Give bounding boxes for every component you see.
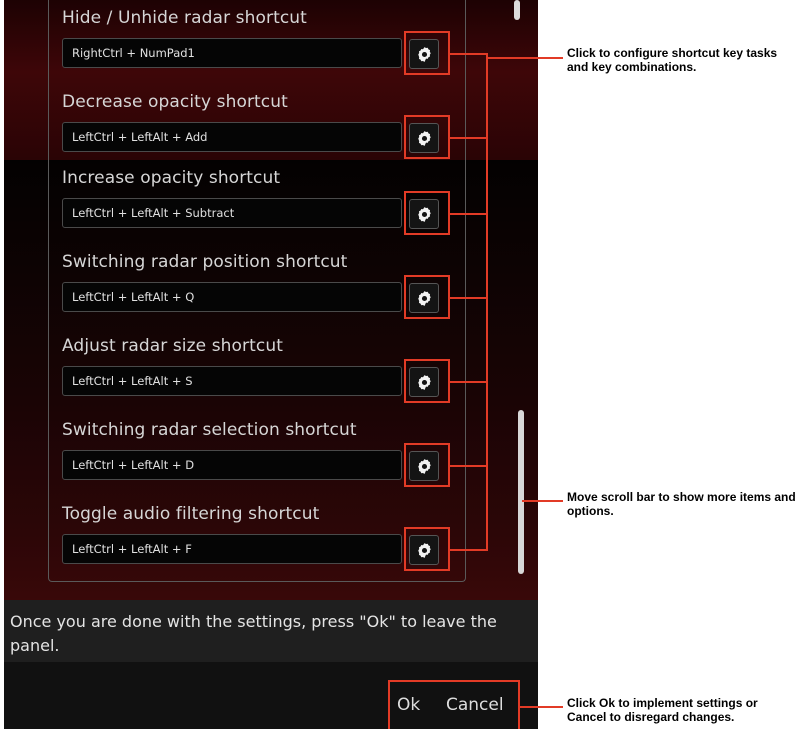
shortcut-key-field[interactable]: RightCtrl + NumPad1 xyxy=(62,38,402,68)
callout-pointer xyxy=(520,706,563,708)
shortcut-label: Switching radar selection shortcut xyxy=(62,420,357,440)
callout-scroll: Move scroll bar to show more items and o… xyxy=(567,490,796,518)
connector-trunk xyxy=(486,53,488,551)
connector-line xyxy=(450,53,488,55)
scrollbar-thumb[interactable] xyxy=(518,410,524,574)
shortcut-key-field[interactable]: LeftCtrl + LeftAlt + Subtract xyxy=(62,198,402,228)
shortcut-key-field[interactable]: LeftCtrl + LeftAlt + D xyxy=(62,450,402,480)
shortcut-key-field[interactable]: LeftCtrl + LeftAlt + Q xyxy=(62,282,402,312)
connector-line xyxy=(450,297,488,299)
footer-message: Once you are done with the settings, pre… xyxy=(10,612,497,655)
highlight-box xyxy=(404,527,450,571)
connector-line xyxy=(450,213,488,215)
highlight-box xyxy=(404,443,450,487)
shortcut-label: Increase opacity shortcut xyxy=(62,168,281,188)
shortcut-label: Adjust radar size shortcut xyxy=(62,336,283,356)
scrollbar-top-end[interactable] xyxy=(514,0,520,20)
shortcut-label: Switching radar position shortcut xyxy=(62,252,348,272)
connector-line xyxy=(450,137,488,139)
highlight-box xyxy=(404,191,450,235)
ok-cancel-highlight-box xyxy=(388,680,520,729)
shortcut-label: Decrease opacity shortcut xyxy=(62,92,288,112)
connector-line xyxy=(450,381,488,383)
highlight-box xyxy=(404,115,450,159)
highlight-box xyxy=(404,275,450,319)
footer-message-area: Once you are done with the settings, pre… xyxy=(4,600,538,662)
connector-line xyxy=(450,549,488,551)
shortcut-key-field[interactable]: LeftCtrl + LeftAlt + S xyxy=(62,366,402,396)
shortcut-key-field[interactable]: LeftCtrl + LeftAlt + F xyxy=(62,534,402,564)
shortcut-settings-panel: Hide / Unhide radar shortcut RightCtrl +… xyxy=(4,0,538,729)
connector-line xyxy=(450,465,488,467)
callout-pointer xyxy=(522,500,563,502)
shortcut-label: Hide / Unhide radar shortcut xyxy=(62,8,307,28)
highlight-box xyxy=(404,31,450,75)
callout-ok-cancel: Click Ok to implement settings or Cancel… xyxy=(567,696,758,724)
callout-configure: Click to configure shortcut key tasks an… xyxy=(567,46,778,74)
callout-pointer xyxy=(488,57,563,59)
highlight-box xyxy=(404,359,450,403)
shortcut-label: Toggle audio filtering shortcut xyxy=(62,504,320,524)
shortcut-key-field[interactable]: LeftCtrl + LeftAlt + Add xyxy=(62,122,402,152)
